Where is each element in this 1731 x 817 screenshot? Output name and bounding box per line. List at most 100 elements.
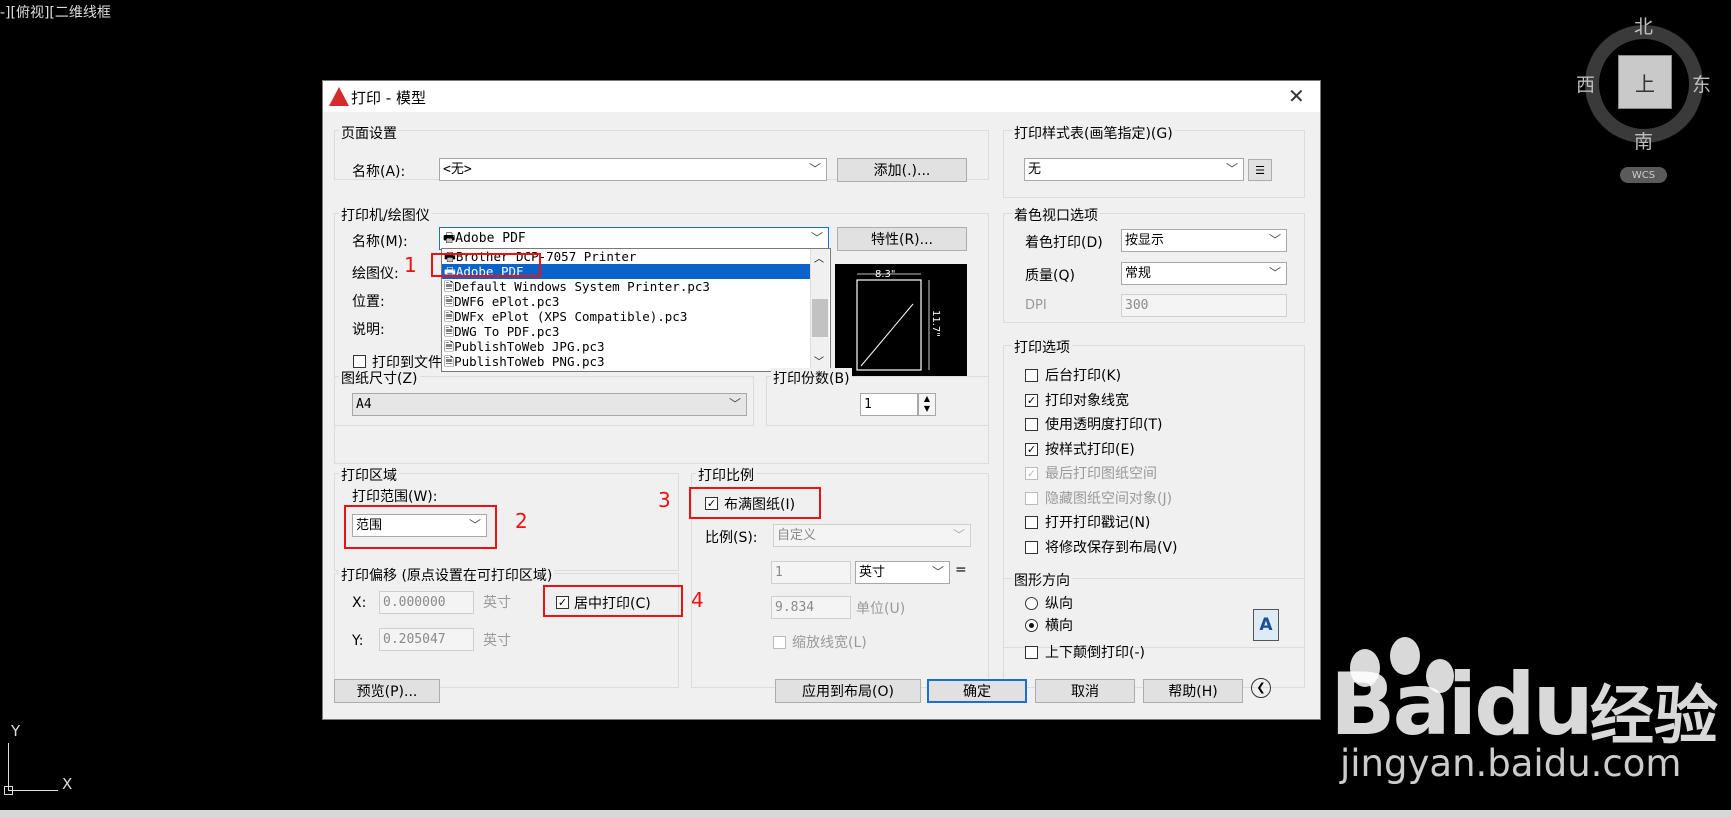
dpi-input[interactable]: 300 [1121, 294, 1287, 317]
close-icon[interactable]: ✕ [1288, 84, 1305, 108]
chevron-down-icon: ﹀ [810, 231, 823, 245]
add-page-setup-button[interactable]: 添加(.)... [837, 158, 967, 182]
compass-north[interactable]: 北 [1634, 12, 1653, 39]
dialog-title: 打印 - 模型 [351, 89, 426, 107]
printer-name-combo[interactable]: 🖶Adobe PDF ﹀ [439, 227, 829, 250]
offset-x-label: X: [352, 595, 367, 611]
plot-option-checkbox[interactable]: ✓ [1025, 394, 1038, 407]
dropdown-item[interactable]: 🗎DWFx ePlot (XPS Compatible).pc3 [442, 309, 812, 324]
chevron-down-icon: ﹀ [931, 565, 944, 579]
scrollbar-thumb[interactable] [812, 299, 828, 337]
wcs-label: WCS [1631, 169, 1656, 181]
quality-label: 质量(Q) [1025, 268, 1075, 284]
plot-option-checkbox[interactable]: ✓ [1025, 467, 1038, 480]
dropdown-item[interactable]: 🗎PublishToWeb PNG.pc3 [442, 354, 812, 369]
portrait-radio[interactable] [1025, 597, 1038, 610]
scale-combo[interactable]: 自定义 ﹀ [773, 524, 971, 547]
plot-option-checkbox[interactable] [1025, 492, 1038, 505]
plot-option-checkbox[interactable] [1025, 418, 1038, 431]
preview-button[interactable]: 预览(P)... [334, 679, 440, 703]
offset-x-unit: 英寸 [483, 595, 511, 611]
dropdown-item[interactable]: 🗎DWF6 ePlot.pc3 [442, 294, 812, 309]
style-table-combo[interactable]: 无 ﹀ [1024, 158, 1244, 181]
wcs-menu[interactable]: WCS [1620, 167, 1667, 183]
plot-option-label: 最后打印图纸空间 [1045, 466, 1157, 482]
chevron-down-icon: ﹀ [728, 397, 741, 411]
copies-spinner[interactable]: ▲ ▼ [918, 393, 936, 416]
paper-size-combo[interactable]: A4 ﹀ [352, 393, 747, 416]
plot-option-checkbox[interactable] [1025, 541, 1038, 554]
shade-plot-value: 按显示 [1125, 233, 1165, 248]
chevron-up-icon[interactable]: ︿ [814, 250, 824, 265]
preview-height-label: 11.7" [930, 310, 941, 337]
ok-button[interactable]: 确定 [927, 679, 1027, 703]
plot-option-checkbox[interactable] [1025, 516, 1038, 529]
viewcube-top-face[interactable]: 上 [1618, 55, 1672, 109]
offset-x-input[interactable]: 0.000000 [379, 591, 474, 614]
plot-scale-legend: 打印比例 [696, 465, 756, 485]
scale-unit-value: 英寸 [859, 565, 886, 580]
plot-range-label: 打印范围(W): [352, 489, 438, 505]
chevron-down-icon: ﹀ [1268, 233, 1281, 247]
landscape-orientation-icon: A [1253, 609, 1279, 641]
dialog-titlebar[interactable]: 打印 - 模型 ✕ [323, 81, 1320, 112]
annotation-box-2 [344, 505, 497, 549]
shade-plot-combo[interactable]: 按显示 ﹀ [1121, 229, 1287, 252]
edit-style-table-icon[interactable]: ☰ [1248, 159, 1272, 181]
scale-units-label: 单位(U) [856, 601, 906, 617]
collapse-options-icon[interactable]: ❮ [1251, 678, 1271, 698]
scale-numerator-input[interactable]: 1 [771, 561, 851, 584]
scale-label: 比例(S): [705, 530, 758, 546]
apply-to-layout-button[interactable]: 应用到布局(O) [775, 679, 921, 703]
printer-name-value: Adobe PDF [455, 231, 526, 246]
plot-option-checkbox[interactable] [1025, 369, 1038, 382]
dpi-label: DPI [1025, 298, 1047, 313]
command-line-bar[interactable] [0, 810, 1731, 817]
scale-lineweights-checkbox[interactable] [773, 636, 786, 649]
dropdown-item[interactable]: 🗎DWG To PDF.pc3 [442, 324, 812, 339]
compass-east[interactable]: 东 [1692, 70, 1711, 97]
watermark-brand: Baidu [1330, 655, 1594, 755]
chevron-down-icon: ﹀ [1225, 162, 1238, 176]
landscape-radio[interactable] [1025, 619, 1038, 632]
dropdown-scrollbar[interactable]: ︿ ﹀ [810, 249, 829, 371]
offset-y-unit: 英寸 [483, 633, 511, 649]
plot-area-legend: 打印区域 [339, 465, 399, 485]
viewport-label[interactable]: -][俯视][二维线框 [0, 2, 111, 22]
shade-plot-label: 着色打印(D) [1025, 235, 1103, 251]
annotation-number-2: 2 [515, 509, 528, 533]
scale-lineweights-label: 缩放线宽(L) [792, 635, 867, 651]
plot-option-label: 打开打印戳记(N) [1045, 515, 1151, 531]
annotation-number-4: 4 [691, 588, 704, 612]
printer-name-label: 名称(M): [352, 234, 408, 250]
dropdown-item[interactable]: 🗎Default Windows System Printer.pc3 [442, 279, 812, 294]
page-setup-name-combo[interactable]: <无> ﹀ [439, 158, 827, 181]
scale-value: 自定义 [777, 528, 817, 543]
plot-option-checkbox[interactable]: ✓ [1025, 443, 1038, 456]
copies-legend: 打印份数(B) [771, 368, 852, 388]
offset-y-input[interactable]: 0.205047 [379, 628, 474, 651]
paper-size-value: A4 [356, 397, 372, 412]
printer-properties-button[interactable]: 特性(R)... [837, 227, 967, 251]
print-to-file-checkbox[interactable] [353, 355, 366, 368]
printer-icon: 🖶 [443, 231, 456, 246]
ucs-x-label: X [62, 775, 73, 793]
dropdown-item[interactable]: 🗎PublishToWeb JPG.pc3 [442, 339, 812, 354]
annotation-box-4 [543, 585, 683, 617]
description-label: 说明: [352, 322, 385, 338]
copies-input[interactable]: 1 [860, 393, 918, 416]
scale-denominator-input[interactable]: 9.834 [771, 596, 851, 619]
shaded-viewport-legend: 着色视口选项 [1012, 205, 1100, 225]
portrait-label: 纵向 [1045, 596, 1073, 612]
cancel-button[interactable]: 取消 [1035, 679, 1135, 703]
quality-combo[interactable]: 常规 ﹀ [1121, 262, 1287, 285]
scale-unit-combo[interactable]: 英寸 ﹀ [855, 561, 950, 584]
compass-west[interactable]: 西 [1576, 70, 1595, 97]
upside-down-checkbox[interactable] [1025, 646, 1038, 659]
style-table-legend: 打印样式表(画笔指定)(G) [1012, 123, 1175, 143]
chevron-down-icon[interactable]: ﹀ [814, 353, 824, 368]
plot-option-label: 隐藏图纸空间对象(J) [1045, 491, 1173, 507]
watermark-url: jingyan.baidu.com [1340, 742, 1682, 785]
help-button[interactable]: 帮助(H) [1143, 679, 1243, 703]
compass-south[interactable]: 南 [1634, 127, 1653, 154]
